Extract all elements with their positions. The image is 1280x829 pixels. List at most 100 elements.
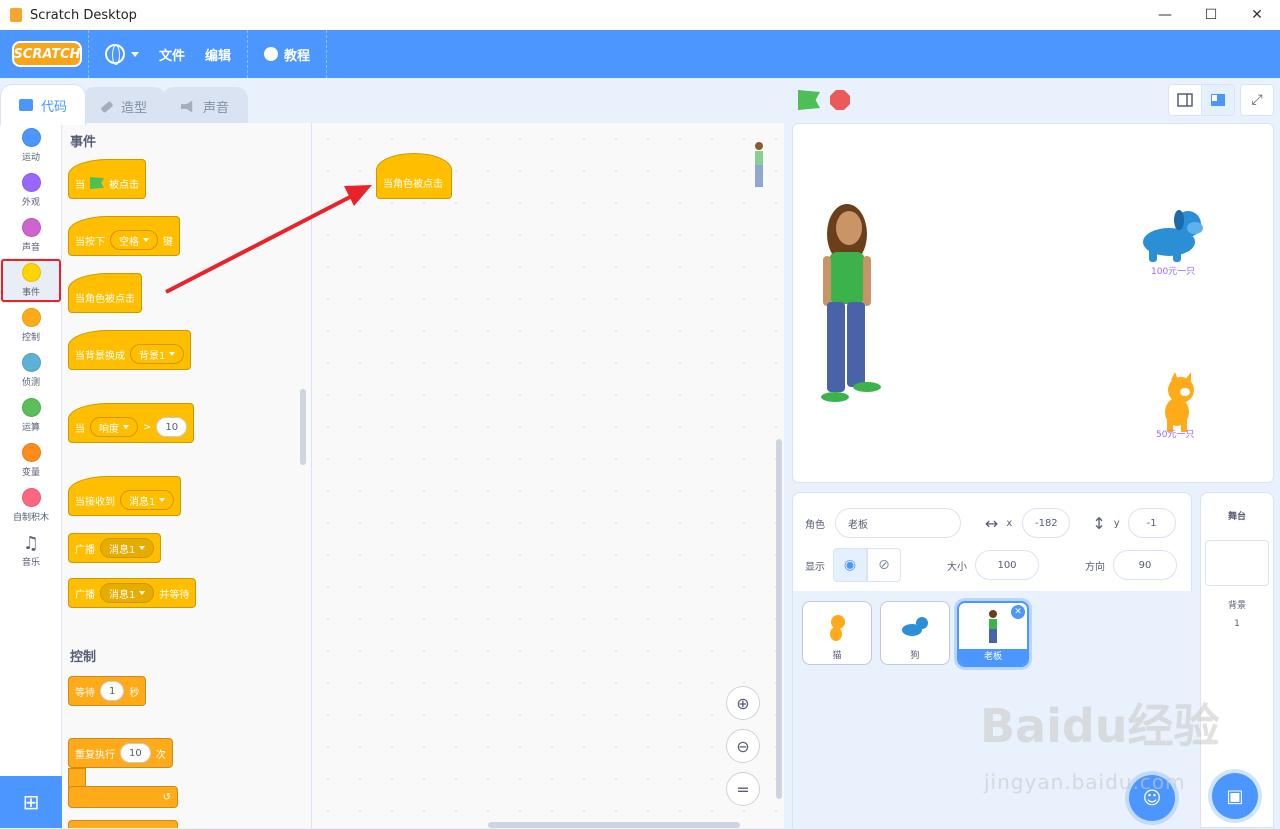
sprite-thumb-dog[interactable]: 狗 [880, 601, 950, 665]
category-looks[interactable]: 外观 [0, 168, 62, 213]
tab-sounds[interactable]: 声音 [162, 87, 249, 125]
y-position-input[interactable]: -1 [1127, 508, 1176, 538]
zoom-in-button[interactable]: ⊕ [726, 686, 760, 720]
palette-scrollbar[interactable] [300, 389, 306, 465]
block-when-key-pressed[interactable]: 当按下 空格 键 [68, 216, 180, 256]
message-dropdown[interactable]: 消息1 [100, 583, 155, 603]
block-when-sprite-clicked[interactable]: 当角色被点击 [68, 273, 142, 313]
hide-sprite-button[interactable]: ⊘ [867, 548, 901, 582]
backdrop-thumbnail[interactable] [1205, 540, 1269, 586]
zoom-out-button[interactable]: ⊖ [726, 729, 760, 763]
music-note-icon: ♫ [22, 532, 40, 554]
sprite-thumb-label: 狗 [910, 651, 920, 661]
sensor-dropdown[interactable]: 响度 [90, 417, 138, 437]
show-sprite-button[interactable]: ◉ [833, 548, 867, 582]
category-sensing[interactable]: 侦测 [0, 348, 62, 393]
sprite-thumb-cat[interactable]: 猫 [802, 601, 872, 665]
category-label: 声音 [21, 243, 40, 253]
category-label: 变量 [21, 468, 40, 478]
block-wait[interactable]: 等待 1 秒 [68, 676, 147, 706]
workspace-vscrollbar[interactable] [776, 439, 782, 799]
block-text: 等待 [75, 687, 95, 699]
block-when-i-receive[interactable]: 当接收到 消息1 [68, 476, 182, 516]
block-when-backdrop-switches[interactable]: 当背景换成 背景1 [68, 330, 192, 370]
category-music[interactable]: ♫ 音乐 [0, 528, 62, 573]
caret-down-icon [169, 352, 176, 356]
delete-sprite-button[interactable]: ✕ [1011, 605, 1025, 619]
message-dropdown[interactable]: 消息1 [120, 490, 175, 510]
tutorials-menu[interactable]: 教程 [254, 30, 320, 78]
backdrops-count: 1 [1234, 619, 1240, 629]
caret-down-icon [123, 425, 129, 429]
category-label: 音乐 [21, 557, 40, 568]
tab-code[interactable]: 代码 [0, 84, 87, 125]
backdrop-dropdown[interactable]: 背景1 [130, 344, 185, 364]
category-motion[interactable]: 运动 [0, 123, 62, 168]
language-menu[interactable] [95, 30, 149, 78]
add-extension-icon: ⊞ [22, 790, 40, 814]
code-icon [19, 99, 33, 111]
choose-backdrop-button[interactable]: ▣ [1212, 773, 1258, 819]
edit-menu[interactable]: 编辑 [195, 30, 241, 78]
message-dropdown[interactable]: 消息1 [100, 538, 155, 558]
caret-down-icon [159, 498, 166, 502]
workspace-hscrollbar[interactable] [488, 822, 740, 828]
small-stage-button[interactable] [1168, 84, 1202, 116]
threshold-input[interactable]: 10 [156, 417, 188, 437]
file-menu[interactable]: 文件 [149, 30, 195, 78]
large-stage-icon [1211, 94, 1225, 106]
script-workspace[interactable]: 当角色被点击 ⊕ ⊖ = [312, 123, 784, 828]
workspace-block-when-sprite-clicked[interactable]: 当角色被点击 [376, 153, 452, 199]
sprite-thumb-boss[interactable]: ✕ 老板 [957, 601, 1029, 667]
sprite-name-input[interactable]: 老板 [835, 508, 961, 538]
direction-input[interactable]: 90 [1113, 550, 1177, 580]
block-broadcast-and-wait[interactable]: 广播 消息1 并等待 [68, 578, 197, 608]
block-repeat[interactable]: 重复执行 10 次 [68, 738, 173, 768]
caret-down-icon [131, 51, 139, 57]
category-label: 侦测 [21, 378, 40, 388]
block-when-flag-clicked[interactable]: 当 被点击 [68, 159, 146, 199]
block-palette: 事件 当 被点击 当按下 空格 键 当角色被点击 当背景换成 背景1 当 响度 … [62, 123, 312, 828]
category-variables[interactable]: 变量 [0, 438, 62, 483]
green-flag-button[interactable] [798, 90, 820, 110]
size-input[interactable]: 100 [975, 550, 1039, 580]
loop-arrow-icon: ↺ [162, 791, 171, 803]
category-events[interactable]: 事件 [0, 258, 62, 303]
repeat-count-input[interactable]: 10 [120, 743, 151, 763]
my-blocks-dot-icon [21, 488, 41, 507]
sprite-info-pane: 角色 老板 ↔ x -182 ↕ y -1 显示 ◉ ⊘ 大小 100 方向 9… [792, 492, 1193, 829]
zoom-in-icon: ⊕ [736, 693, 750, 713]
category-control[interactable]: 控制 [0, 303, 62, 348]
block-forever-partial[interactable] [68, 820, 178, 828]
dropdown-value: 消息1 [109, 589, 136, 601]
tab-costumes[interactable]: 造型 [82, 87, 167, 125]
stage[interactable]: 100元一只 50元一只 [792, 123, 1274, 483]
key-dropdown[interactable]: 空格 [110, 230, 158, 250]
caret-down-icon [139, 546, 146, 550]
wait-seconds-input[interactable]: 1 [100, 681, 125, 701]
boss-sprite [821, 204, 881, 402]
block-text: 重复执行 [75, 749, 115, 761]
minimize-button[interactable]: — [1142, 0, 1188, 30]
add-extension-button[interactable]: ⊞ [0, 776, 62, 828]
category-label: 事件 [21, 288, 40, 298]
fullscreen-button[interactable]: ⤢ [1240, 84, 1274, 116]
category-sound[interactable]: 声音 [0, 213, 62, 258]
category-operators[interactable]: 运算 [0, 393, 62, 438]
stop-button[interactable] [830, 90, 850, 110]
scratch-logo[interactable]: SCRATCH [12, 41, 82, 67]
close-button[interactable]: ✕ [1234, 0, 1280, 30]
maximize-button[interactable]: ☐ [1188, 0, 1234, 30]
block-broadcast[interactable]: 广播 消息1 [68, 533, 162, 563]
choose-sprite-button[interactable]: ☺ [1129, 775, 1175, 821]
zoom-reset-button[interactable]: = [726, 772, 760, 806]
x-position-input[interactable]: -182 [1022, 508, 1071, 538]
block-when-greater-than[interactable]: 当 响度 > 10 [68, 403, 195, 443]
speaker-icon [181, 100, 193, 113]
control-dot-icon [21, 308, 41, 327]
block-text: 广播 [75, 544, 95, 556]
large-stage-button[interactable] [1201, 84, 1235, 116]
tab-code-label: 代码 [41, 99, 68, 115]
block-text: 当按下 [75, 236, 105, 248]
category-my-blocks[interactable]: 自制积木 [0, 483, 62, 528]
